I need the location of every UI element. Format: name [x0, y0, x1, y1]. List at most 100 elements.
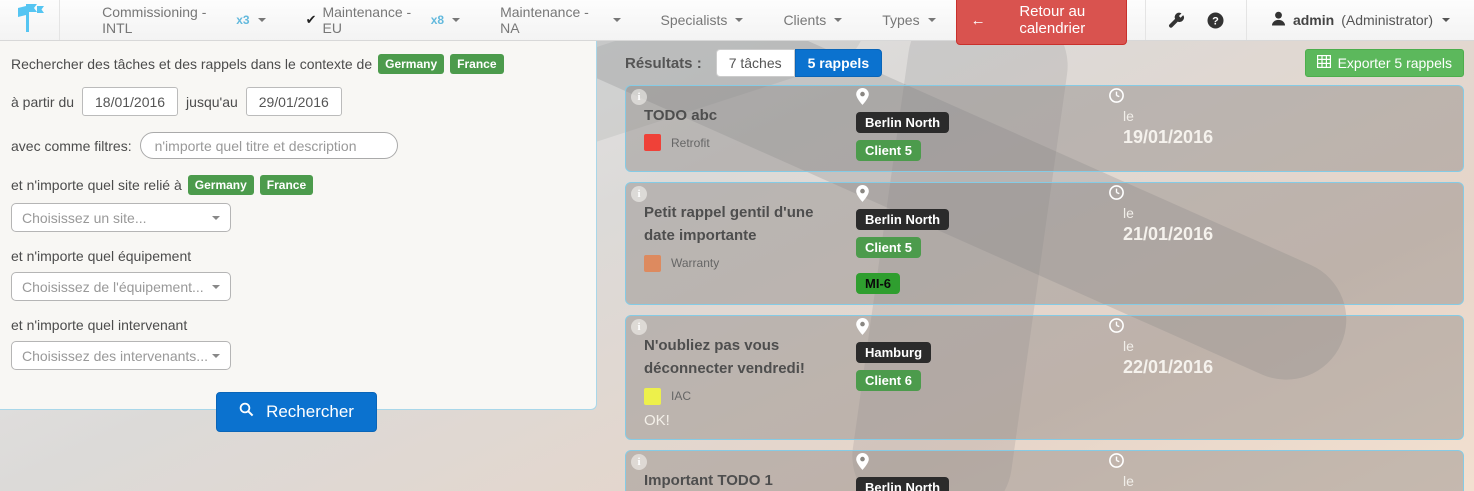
back-to-calendar-button[interactable]: ← Retour au calendrier	[956, 0, 1127, 45]
card-date-column: le 28/01/2016	[1109, 461, 1453, 491]
date-prefix: le	[1123, 473, 1453, 489]
card-type-row: Retrofit	[644, 134, 856, 151]
clock-icon	[1109, 185, 1124, 205]
reminder-card[interactable]: i Petit rappel gentil d'une date importa…	[625, 182, 1464, 305]
results-tabs: 7 tâches 5 rappels	[716, 49, 882, 77]
info-icon[interactable]: i	[631, 89, 647, 105]
back-to-calendar-label: Retour au calendrier	[993, 3, 1112, 37]
card-title: N'oubliez pas vous déconnecter vendredi!	[644, 326, 834, 381]
chevron-down-icon	[928, 18, 936, 22]
title-description-filter-input[interactable]	[140, 132, 398, 159]
card-type-row: Warranty	[644, 255, 856, 272]
tab-rappels[interactable]: 5 rappels	[795, 49, 882, 77]
worker-label: et n'importe quel intervenant	[11, 317, 582, 333]
reminder-card[interactable]: i TODO abc Retrofit Berlin North Client 5	[625, 85, 1464, 172]
date-from-label: à partir du	[11, 94, 74, 110]
card-badge: Berlin North	[856, 112, 949, 133]
info-icon[interactable]: i	[631, 319, 647, 335]
menu-specialists[interactable]: Specialists	[641, 0, 764, 40]
card-note: OK!	[644, 412, 856, 429]
equipment-select[interactable]: Choisissez de l'équipement...	[11, 272, 231, 301]
type-color-swatch	[644, 255, 661, 272]
user-menu[interactable]: admin (Administrator)	[1247, 11, 1474, 29]
menu-clients[interactable]: Clients	[763, 0, 862, 40]
reminder-card[interactable]: i Important TODO 1 Inspection Berlin Nor…	[625, 450, 1464, 491]
tab-taches[interactable]: 7 tâches	[716, 49, 795, 77]
wrench-icon[interactable]	[1168, 12, 1185, 29]
card-badge: Berlin North	[856, 209, 949, 230]
card-info-column: i TODO abc Retrofit	[644, 96, 856, 161]
card-date-column: le 22/01/2016	[1109, 326, 1453, 429]
card-date-column: le 19/01/2016	[1109, 96, 1453, 161]
help-icon[interactable]: ?	[1207, 12, 1224, 29]
filter-row: avec comme filtres:	[11, 132, 582, 159]
chevron-down-icon	[258, 18, 266, 22]
equipment-label: et n'importe quel équipement	[11, 248, 582, 264]
site-select-value: Choisissez un site...	[22, 210, 147, 226]
user-name: admin	[1293, 12, 1334, 28]
menu-commissioning-intl[interactable]: Commissioning - INTL x3	[82, 0, 285, 40]
search-button[interactable]: Rechercher	[216, 392, 377, 432]
chevron-down-icon	[452, 18, 460, 22]
worker-select[interactable]: Choisissez des intervenants...	[11, 341, 231, 370]
results-section: Résultats : 7 tâches 5 rappels Exporter …	[608, 41, 1464, 491]
card-title: Important TODO 1	[644, 461, 834, 491]
card-badge: Client 5	[856, 237, 921, 258]
worker-select-value: Choisissez des intervenants...	[22, 348, 208, 364]
user-icon	[1271, 11, 1286, 29]
chevron-down-icon	[613, 18, 621, 22]
menu-label: Maintenance - EU	[322, 4, 424, 36]
chevron-down-icon	[212, 354, 220, 358]
site-row: et n'importe quel site relié à Germany F…	[11, 175, 582, 195]
chevron-down-icon	[1442, 18, 1450, 22]
info-icon[interactable]: i	[631, 454, 647, 470]
card-date-column: le 21/01/2016	[1109, 193, 1453, 294]
menu-maintenance-na[interactable]: Maintenance - NA	[480, 0, 640, 40]
site-select[interactable]: Choisissez un site...	[11, 203, 231, 232]
info-icon[interactable]: i	[631, 186, 647, 202]
card-location-column: HamburgClient 6	[856, 326, 1109, 429]
context-row: Rechercher des tâches et des rappels dan…	[11, 54, 582, 74]
menu-label: Commissioning - INTL	[102, 4, 230, 36]
menu-types[interactable]: Types	[862, 0, 955, 40]
card-badge: MI-6	[856, 273, 900, 294]
card-info-column: i Important TODO 1 Inspection	[644, 461, 856, 491]
search-button-label: Rechercher	[266, 402, 354, 422]
results-header: Résultats : 7 tâches 5 rappels Exporter …	[608, 49, 1464, 77]
map-pin-icon	[856, 185, 869, 207]
navbar: Commissioning - INTL x3 ✔ Maintenance - …	[0, 0, 1474, 41]
flag-logo-icon	[13, 2, 47, 39]
date-from-input[interactable]	[82, 87, 178, 116]
clock-icon	[1109, 88, 1124, 108]
chevron-down-icon	[212, 216, 220, 220]
context-badge-france: France	[450, 54, 503, 74]
type-label: Warranty	[671, 256, 719, 270]
type-label: Retrofit	[671, 136, 710, 150]
date-value: 21/01/2016	[1123, 224, 1453, 245]
site-badge-france: France	[260, 175, 313, 195]
card-badge: Client 5	[856, 140, 921, 161]
date-prefix: le	[1123, 108, 1453, 124]
reminder-card[interactable]: i N'oubliez pas vous déconnecter vendred…	[625, 315, 1464, 440]
app-logo[interactable]	[0, 0, 60, 40]
chevron-down-icon	[735, 18, 743, 22]
map-pin-icon	[856, 318, 869, 340]
menu-maintenance-eu[interactable]: ✔ Maintenance - EU x8	[286, 0, 481, 40]
date-prefix: le	[1123, 338, 1453, 354]
filter-label: avec comme filtres:	[11, 138, 132, 154]
export-button[interactable]: Exporter 5 rappels	[1305, 49, 1464, 77]
svg-text:?: ?	[1212, 15, 1219, 27]
search-panel: Rechercher des tâches et des rappels dan…	[0, 41, 597, 410]
export-button-label: Exporter 5 rappels	[1338, 55, 1452, 71]
export-table-icon	[1317, 55, 1331, 71]
search-button-row: Rechercher	[11, 392, 582, 432]
menu-count-badge: x8	[431, 13, 444, 27]
date-value: 22/01/2016	[1123, 357, 1453, 378]
card-location-column: Berlin NorthClient 5	[856, 461, 1109, 491]
card-badge: Client 6	[856, 370, 921, 391]
date-to-input[interactable]	[246, 87, 342, 116]
date-range-row: à partir du jusqu'au	[11, 87, 582, 116]
clock-icon	[1109, 453, 1124, 473]
context-label: Rechercher des tâches et des rappels dan…	[11, 56, 372, 72]
chevron-down-icon	[834, 18, 842, 22]
